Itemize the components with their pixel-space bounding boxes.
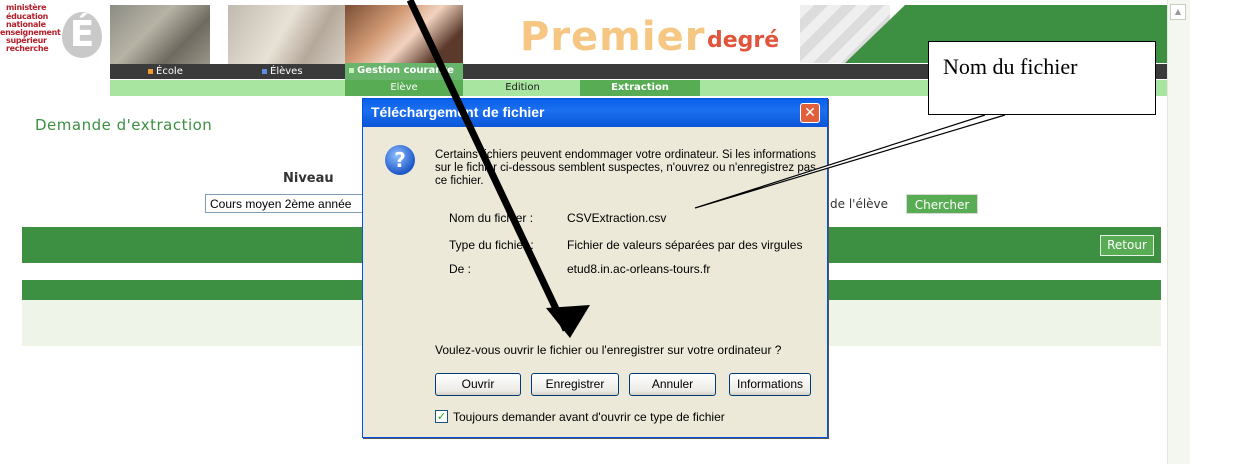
callout-pointer — [694, 114, 1006, 209]
callout-text: Nom du fichier — [943, 54, 1078, 79]
annotation-callout: Nom du fichier — [928, 41, 1156, 115]
arrow-pointer-line — [406, 0, 570, 332]
arrow-head-icon — [546, 305, 590, 338]
